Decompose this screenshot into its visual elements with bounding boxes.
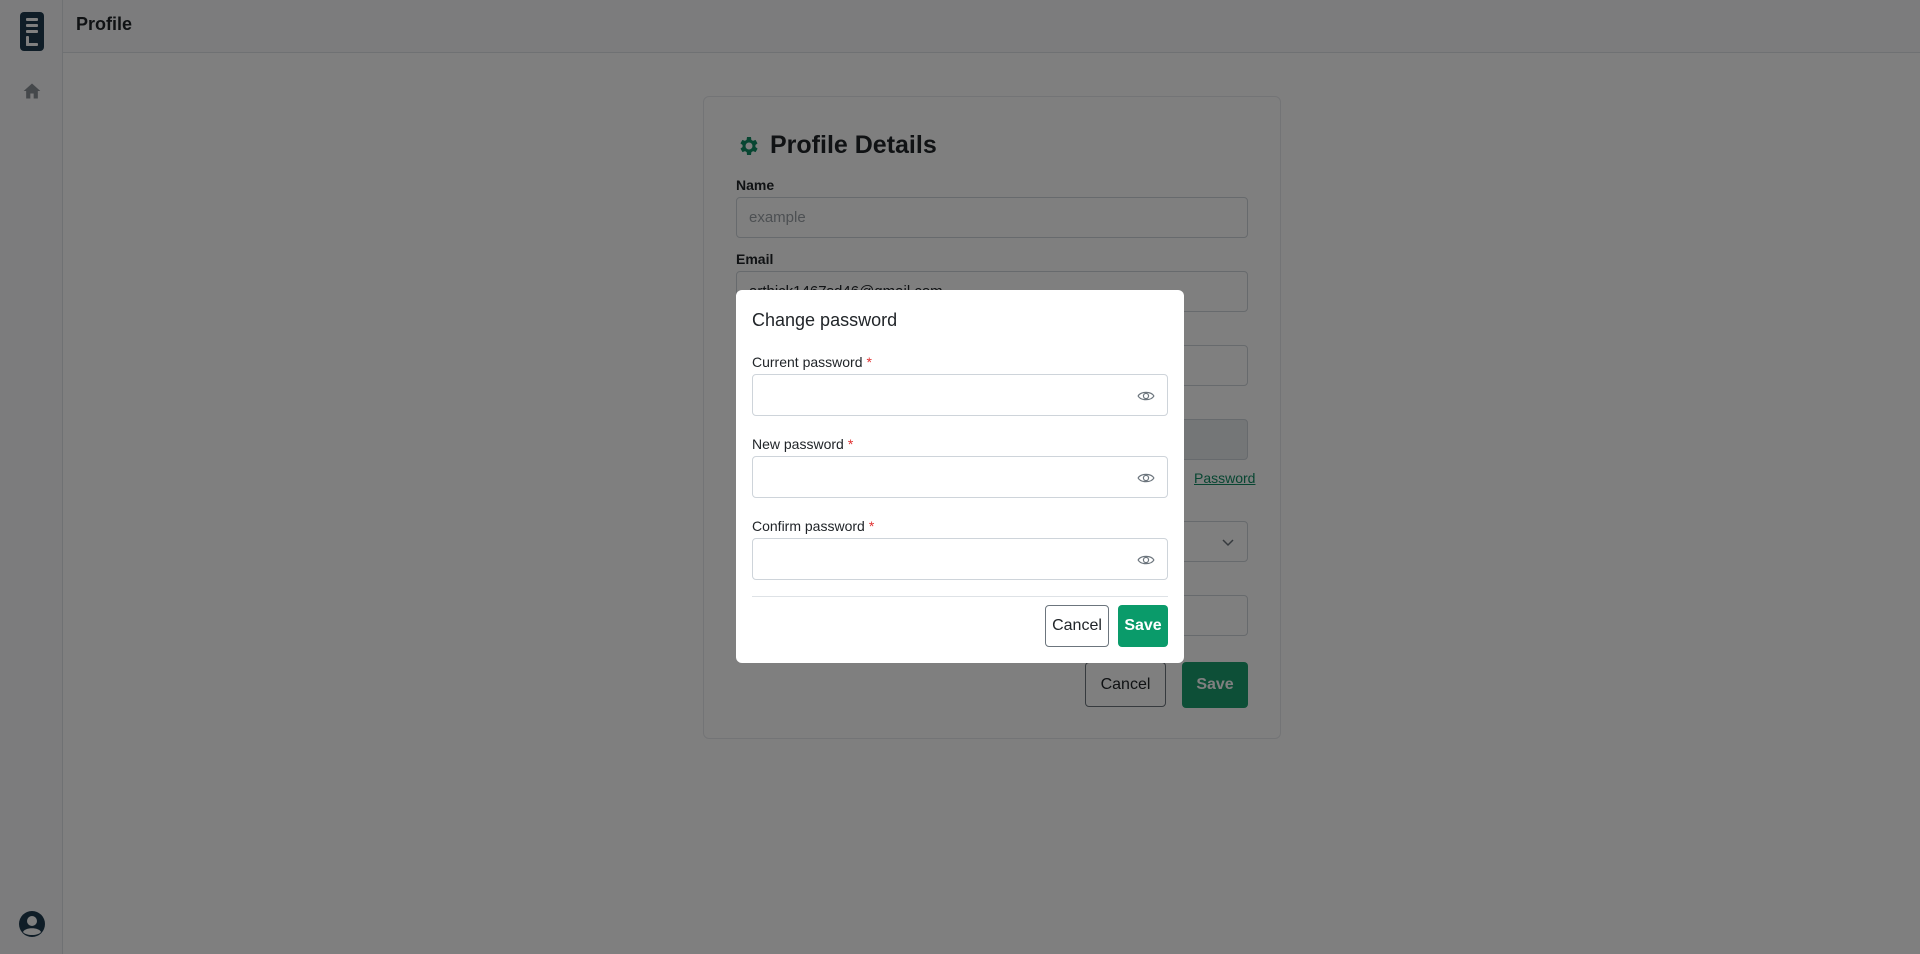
current-password-input[interactable]	[753, 375, 1123, 415]
current-password-label: Current password *	[752, 354, 872, 370]
confirm-password-label-text: Confirm password	[752, 518, 865, 534]
new-password-input[interactable]	[753, 457, 1123, 497]
cancel-button[interactable]: Cancel	[1045, 605, 1109, 647]
required-mark: *	[847, 436, 854, 452]
new-password-label-text: New password	[752, 436, 844, 452]
modal-divider	[752, 596, 1168, 597]
save-button[interactable]: Save	[1118, 605, 1168, 647]
change-password-modal: Change password Current password * New pa…	[736, 290, 1184, 663]
confirm-password-input[interactable]	[753, 539, 1123, 579]
eye-icon[interactable]	[1137, 387, 1155, 405]
new-password-label: New password *	[752, 436, 853, 452]
confirm-password-field[interactable]	[752, 538, 1168, 580]
current-password-label-text: Current password	[752, 354, 863, 370]
eye-icon[interactable]	[1137, 551, 1155, 569]
modal-title: Change password	[752, 310, 898, 330]
current-password-field[interactable]	[752, 374, 1168, 416]
confirm-password-label: Confirm password *	[752, 518, 874, 534]
required-mark: *	[868, 518, 875, 534]
required-mark: *	[866, 354, 872, 370]
eye-icon[interactable]	[1137, 469, 1155, 487]
new-password-field[interactable]	[752, 456, 1168, 498]
